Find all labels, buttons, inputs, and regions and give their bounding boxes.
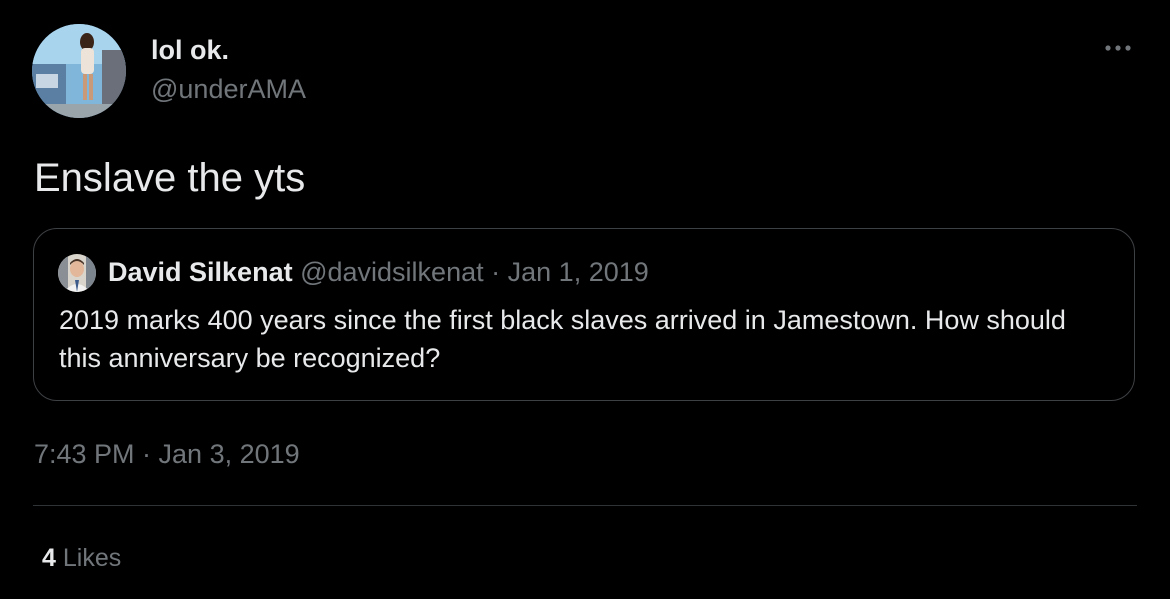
quoted-separator: · [491,257,501,287]
author-display-name[interactable]: lol ok. [151,34,229,66]
likes-label: Likes [62,544,122,572]
likes-count: 4 [42,544,56,572]
author-avatar-image [32,24,126,118]
quoted-tweet-text: 2019 marks 400 years since the first bla… [59,305,1066,373]
more-horizontal-icon [1105,45,1131,51]
quoted-author-name[interactable]: David Silkenat [108,257,293,287]
divider [33,505,1137,506]
quoted-tweet-header: David Silkenat @davidsilkenat · Jan 1, 2… [108,255,649,289]
tweet-text: Enslave the yts [34,156,306,200]
author-handle[interactable]: @underAMA [151,73,306,105]
quoted-author-handle[interactable]: @davidsilkenat [300,257,484,287]
likes-stat[interactable]: 4 Likes [42,542,121,574]
quoted-author-avatar-image [58,254,96,292]
author-avatar[interactable] [32,24,126,118]
quoted-date[interactable]: Jan 1, 2019 [508,257,649,287]
more-options-button[interactable] [1098,36,1138,60]
quoted-tweet-card[interactable]: David Silkenat @davidsilkenat · Jan 1, 2… [33,228,1135,401]
tweet-detail: lol ok. @underAMA Enslave the yts David … [0,0,1170,599]
tweet-timestamp[interactable]: 7:43 PM · Jan 3, 2019 [34,437,300,471]
quoted-author-avatar[interactable] [58,254,96,292]
